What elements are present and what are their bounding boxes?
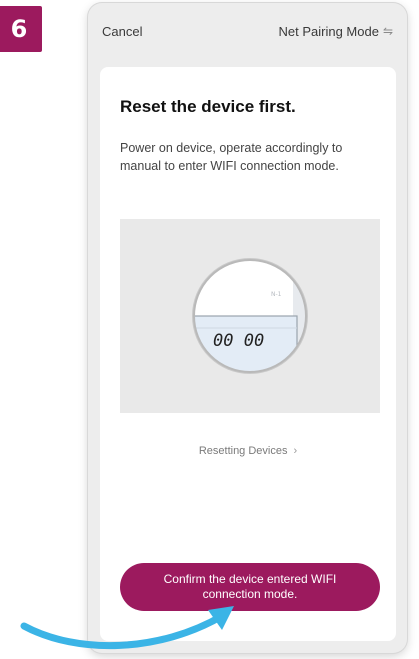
confirm-button[interactable]: Confirm the device entered WIFI connecti… xyxy=(120,563,380,611)
step-number-badge: 6 xyxy=(0,6,42,52)
instruction-card: Reset the device first. Power on device,… xyxy=(100,67,396,641)
instruction-text: Power on device, operate accordingly to … xyxy=(120,141,343,173)
device-illustration: 00 00 N-1 xyxy=(120,219,380,413)
page-title: Reset the device first. xyxy=(120,97,296,116)
phone-screen: Cancel Net Pairing Mode ⇋ Reset the devi… xyxy=(88,3,407,653)
chevron-right-icon: › xyxy=(293,445,298,457)
swap-icon: ⇋ xyxy=(382,24,393,38)
cancel-button[interactable]: Cancel xyxy=(102,24,142,39)
resetting-devices-link[interactable]: Resetting Devices › xyxy=(100,445,396,457)
mode-label: Net Pairing Mode xyxy=(278,23,379,39)
device-model-label: N-1 xyxy=(271,291,282,298)
net-pairing-mode-button[interactable]: Net Pairing Mode ⇋ xyxy=(278,24,393,39)
resetting-devices-label: Resetting Devices xyxy=(198,445,288,457)
nav-bar: Cancel Net Pairing Mode ⇋ xyxy=(88,3,407,59)
magnifier-illustration: 00 00 N-1 xyxy=(192,258,308,374)
step-number: 6 xyxy=(10,15,28,43)
confirm-button-label: Confirm the device entered WIFI connecti… xyxy=(163,572,337,601)
device-display: 00 00 xyxy=(213,331,264,351)
